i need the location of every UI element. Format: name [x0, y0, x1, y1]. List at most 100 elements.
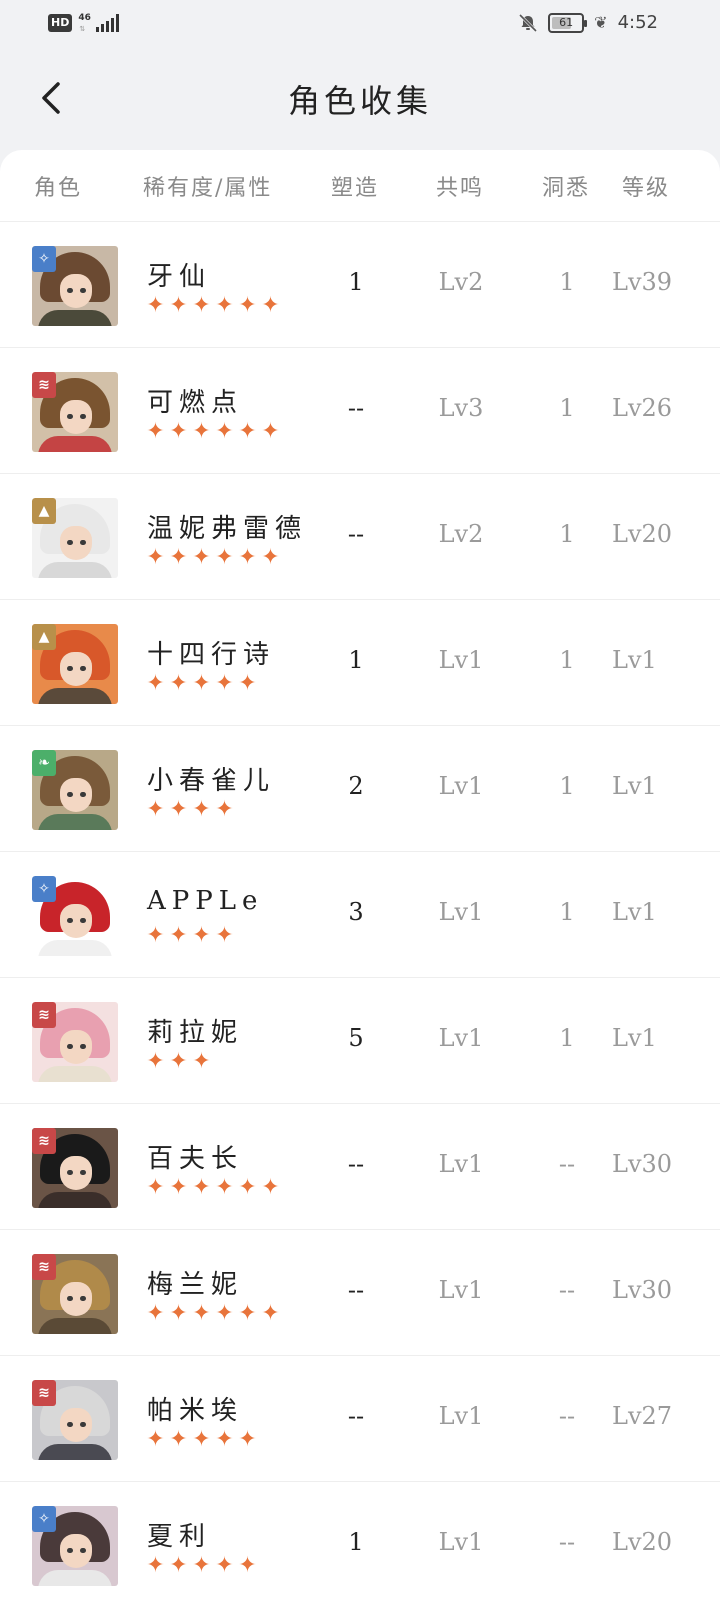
level-value: Lv30: [612, 1276, 673, 1304]
signal-icon: [96, 14, 120, 32]
star-icon: ✦: [238, 1175, 257, 1200]
resonance-value: Lv1: [438, 646, 484, 674]
insight-value: --: [558, 1528, 576, 1556]
molding-value: 1: [348, 268, 364, 296]
wave-icon: ✧: [32, 246, 56, 272]
resonance-value: Lv1: [438, 1150, 484, 1178]
level-value: Lv1: [612, 898, 657, 926]
table-row[interactable]: ≋ 莉拉妮 ✦ ✦ ✦ 5 Lv1 1 Lv1: [0, 978, 720, 1104]
table-row[interactable]: ✧ APPLe ✦ ✦ ✦ ✦ 3 Lv1 1 Lv1: [0, 852, 720, 978]
star-icon: ✦: [169, 1301, 188, 1326]
level-value: Lv27: [612, 1402, 673, 1430]
star-icon: ✦: [192, 293, 211, 318]
star-icon: ✦: [146, 797, 165, 822]
character-avatar[interactable]: ≋: [32, 1002, 118, 1082]
network-type: 46 ⇅: [78, 13, 91, 33]
level-value: Lv20: [612, 1528, 673, 1556]
character-avatar[interactable]: ▲: [32, 498, 118, 578]
star-icon: ✦: [261, 419, 280, 444]
hd-badge: HD: [48, 14, 73, 32]
character-avatar[interactable]: ≋: [32, 1254, 118, 1334]
star-icon: ✦: [192, 797, 211, 822]
star-icon: ✦: [215, 293, 234, 318]
star-icon: ✦: [192, 1553, 211, 1578]
star-icon: ✦: [238, 1301, 257, 1326]
character-name: 帕米埃: [147, 1396, 244, 1426]
character-avatar[interactable]: ✧: [32, 1506, 118, 1586]
character-name: 温妮弗雷德: [147, 514, 308, 544]
level-value: Lv39: [612, 268, 673, 296]
molding-value: 5: [348, 1024, 364, 1052]
rarity-stars: ✦ ✦ ✦ ✦: [145, 924, 235, 948]
character-name: 莉拉妮: [147, 1018, 244, 1048]
rarity-stars: ✦ ✦ ✦ ✦ ✦ ✦: [145, 420, 281, 444]
star-icon: ✦: [169, 1553, 188, 1578]
col-rarity[interactable]: 稀有度/属性: [143, 170, 272, 202]
level-value: Lv1: [612, 646, 657, 674]
molding-value: --: [347, 1276, 365, 1304]
molding-value: 1: [348, 1528, 364, 1556]
star-icon: ✦: [146, 419, 165, 444]
table-row[interactable]: ✧ 牙仙 ✦ ✦ ✦ ✦ ✦ ✦ 1 Lv2 1 Lv39: [0, 222, 720, 348]
beast-icon: ≋: [32, 1380, 56, 1406]
col-level[interactable]: 等级: [622, 170, 670, 202]
insight-value: --: [558, 1402, 576, 1430]
star-icon: ✦: [169, 545, 188, 570]
star-icon: ✦: [238, 419, 257, 444]
leaf-icon: ❧: [32, 750, 56, 776]
status-left: HD 46 ⇅: [48, 13, 120, 33]
character-name: 可燃点: [147, 388, 244, 418]
beast-icon: ≋: [32, 372, 56, 398]
star-icon: ✦: [238, 545, 257, 570]
rock-icon: ▲: [32, 498, 56, 524]
resonance-value: Lv1: [438, 1402, 484, 1430]
star-icon: ✦: [238, 1427, 257, 1452]
table-row[interactable]: ✧ 夏利 ✦ ✦ ✦ ✦ ✦ 1 Lv1 -- Lv20: [0, 1482, 720, 1600]
table-row[interactable]: ≋ 帕米埃 ✦ ✦ ✦ ✦ ✦ -- Lv1 -- Lv27: [0, 1356, 720, 1482]
star-icon: ✦: [146, 923, 165, 948]
star-icon: ✦: [215, 1427, 234, 1452]
insight-value: 1: [559, 268, 575, 296]
character-avatar[interactable]: ≋: [32, 372, 118, 452]
star-icon: ✦: [215, 1175, 234, 1200]
insight-value: 1: [559, 772, 575, 800]
table-row[interactable]: ▲ 温妮弗雷德 ✦ ✦ ✦ ✦ ✦ ✦ -- Lv2 1 Lv20: [0, 474, 720, 600]
table-row[interactable]: ▲ 十四行诗 ✦ ✦ ✦ ✦ ✦ 1 Lv1 1 Lv1: [0, 600, 720, 726]
star-icon: ✦: [192, 923, 211, 948]
col-character[interactable]: 角色: [34, 170, 82, 202]
character-avatar[interactable]: ▲: [32, 624, 118, 704]
molding-value: 3: [348, 898, 364, 926]
star-icon: ✦: [238, 671, 257, 696]
header: 角色收集: [0, 48, 720, 148]
character-name: 梅兰妮: [147, 1270, 244, 1300]
star-icon: ✦: [215, 545, 234, 570]
character-avatar[interactable]: ✧: [32, 246, 118, 326]
level-value: Lv26: [612, 394, 673, 422]
level-value: Lv1: [612, 772, 657, 800]
molding-value: 2: [348, 772, 364, 800]
molding-value: --: [347, 394, 365, 422]
table-row[interactable]: ❧ 小春雀儿 ✦ ✦ ✦ ✦ 2 Lv1 1 Lv1: [0, 726, 720, 852]
character-avatar[interactable]: ❧: [32, 750, 118, 830]
star-icon: ✦: [215, 1553, 234, 1578]
col-insight[interactable]: 洞悉: [542, 170, 590, 202]
star-icon: ✦: [146, 1175, 165, 1200]
col-molding[interactable]: 塑造: [331, 170, 379, 202]
character-table: 角色 稀有度/属性 塑造 共鸣 洞悉 等级 ✧ 牙仙 ✦ ✦ ✦ ✦ ✦ ✦ 1 Lv2 …: [0, 150, 720, 1600]
molding-value: --: [347, 520, 365, 548]
col-resonance[interactable]: 共鸣: [436, 170, 484, 202]
table-row[interactable]: ≋ 梅兰妮 ✦ ✦ ✦ ✦ ✦ ✦ -- Lv1 -- Lv30: [0, 1230, 720, 1356]
status-bar: HD 46 ⇅ 61 ❦ 4:52: [0, 0, 720, 48]
character-avatar[interactable]: ≋: [32, 1128, 118, 1208]
character-name: 小春雀儿: [147, 766, 276, 796]
beast-icon: ≋: [32, 1128, 56, 1154]
resonance-value: Lv1: [438, 1024, 484, 1052]
resonance-value: Lv1: [438, 898, 484, 926]
rarity-stars: ✦ ✦ ✦ ✦: [145, 798, 235, 822]
character-avatar[interactable]: ≋: [32, 1380, 118, 1460]
character-avatar[interactable]: ✧: [32, 876, 118, 956]
wave-icon: ✧: [32, 1506, 56, 1532]
star-icon: ✦: [146, 1427, 165, 1452]
table-row[interactable]: ≋ 百夫长 ✦ ✦ ✦ ✦ ✦ ✦ -- Lv1 -- Lv30: [0, 1104, 720, 1230]
table-row[interactable]: ≋ 可燃点 ✦ ✦ ✦ ✦ ✦ ✦ -- Lv3 1 Lv26: [0, 348, 720, 474]
